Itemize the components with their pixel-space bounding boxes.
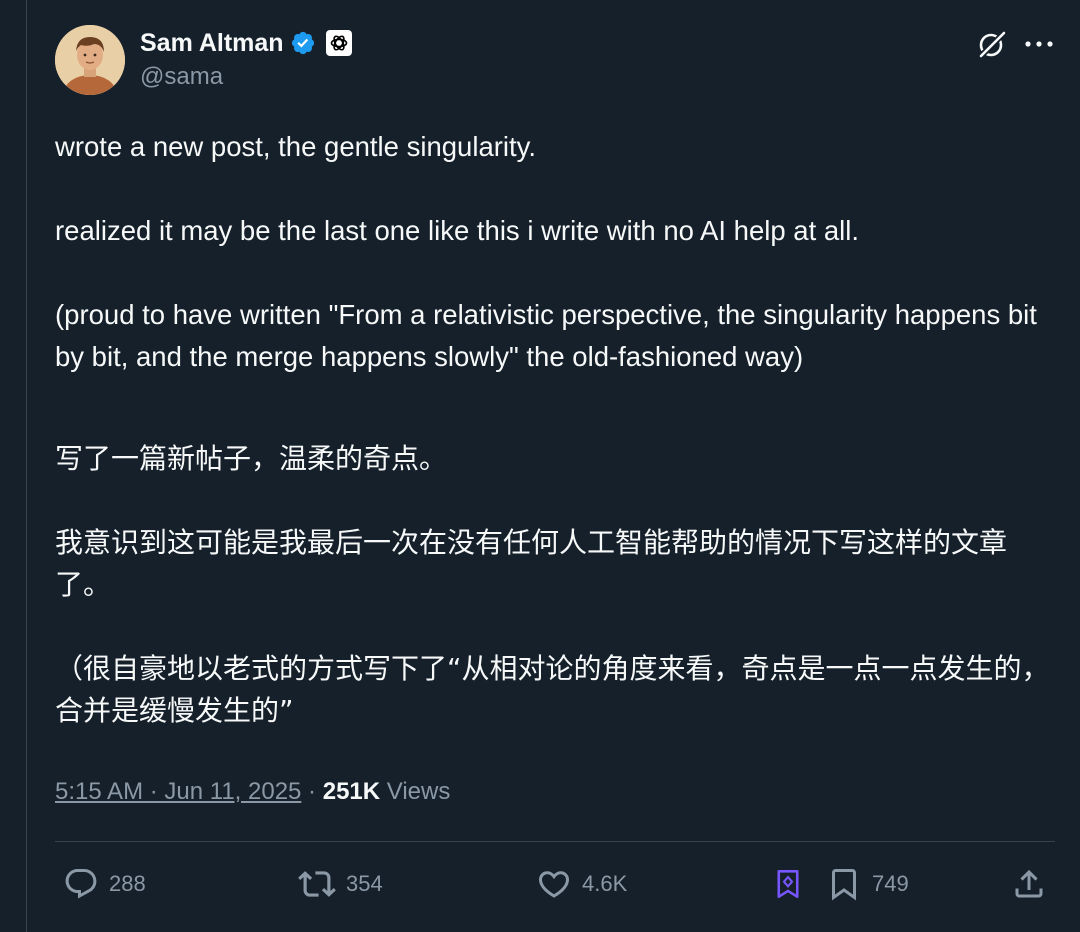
- bookmark-count: 749: [872, 871, 909, 896]
- repost-icon: [298, 871, 336, 897]
- left-border: [26, 0, 27, 932]
- tweet-meta: 5:15 AM · Jun 11, 2025 · 251K Views: [55, 778, 450, 806]
- avatar[interactable]: [55, 25, 125, 95]
- tweet-text: wrote a new post, the gentle singularity…: [55, 131, 1037, 372]
- share-icon: [1015, 869, 1043, 898]
- grok-bookmark-button[interactable]: [774, 864, 802, 904]
- share-button[interactable]: [1011, 864, 1047, 904]
- like-button[interactable]: 4.6K: [536, 864, 627, 904]
- affiliate-badge[interactable]: [325, 30, 352, 56]
- repost-count: 354: [346, 871, 383, 896]
- divider: [55, 841, 1055, 842]
- author-name-row: Sam Altman: [140, 28, 352, 58]
- reply-count: 288: [109, 871, 146, 896]
- tweet-timestamp[interactable]: 5:15 AM · Jun 11, 2025: [55, 778, 301, 806]
- openai-logo-icon: [330, 35, 347, 51]
- bookmark-icon: [832, 869, 856, 901]
- grok-bookmark-icon: [777, 870, 799, 898]
- verified-badge-icon[interactable]: [290, 30, 316, 56]
- more-icon[interactable]: [1024, 40, 1054, 48]
- tweet-translation: 写了一篇新帖子，温柔的奇点。 我意识到这可能是我最后一次在没有任何人工智能帮助的…: [55, 442, 1050, 727]
- reply-button[interactable]: 288: [63, 864, 146, 904]
- author-display-name[interactable]: Sam Altman: [140, 29, 284, 58]
- reply-icon: [65, 869, 97, 899]
- repost-button[interactable]: 354: [298, 864, 383, 904]
- heart-icon: [538, 871, 570, 898]
- author-handle[interactable]: @sama: [140, 63, 223, 91]
- bookmark-button[interactable]: 749: [826, 864, 909, 904]
- views-count: 251K: [322, 778, 381, 805]
- like-count: 4.6K: [582, 871, 628, 896]
- grok-icon[interactable]: [976, 28, 1008, 60]
- meta-separator: ·: [301, 778, 323, 805]
- avatar-image: [55, 25, 125, 95]
- views-label: Views: [380, 778, 451, 805]
